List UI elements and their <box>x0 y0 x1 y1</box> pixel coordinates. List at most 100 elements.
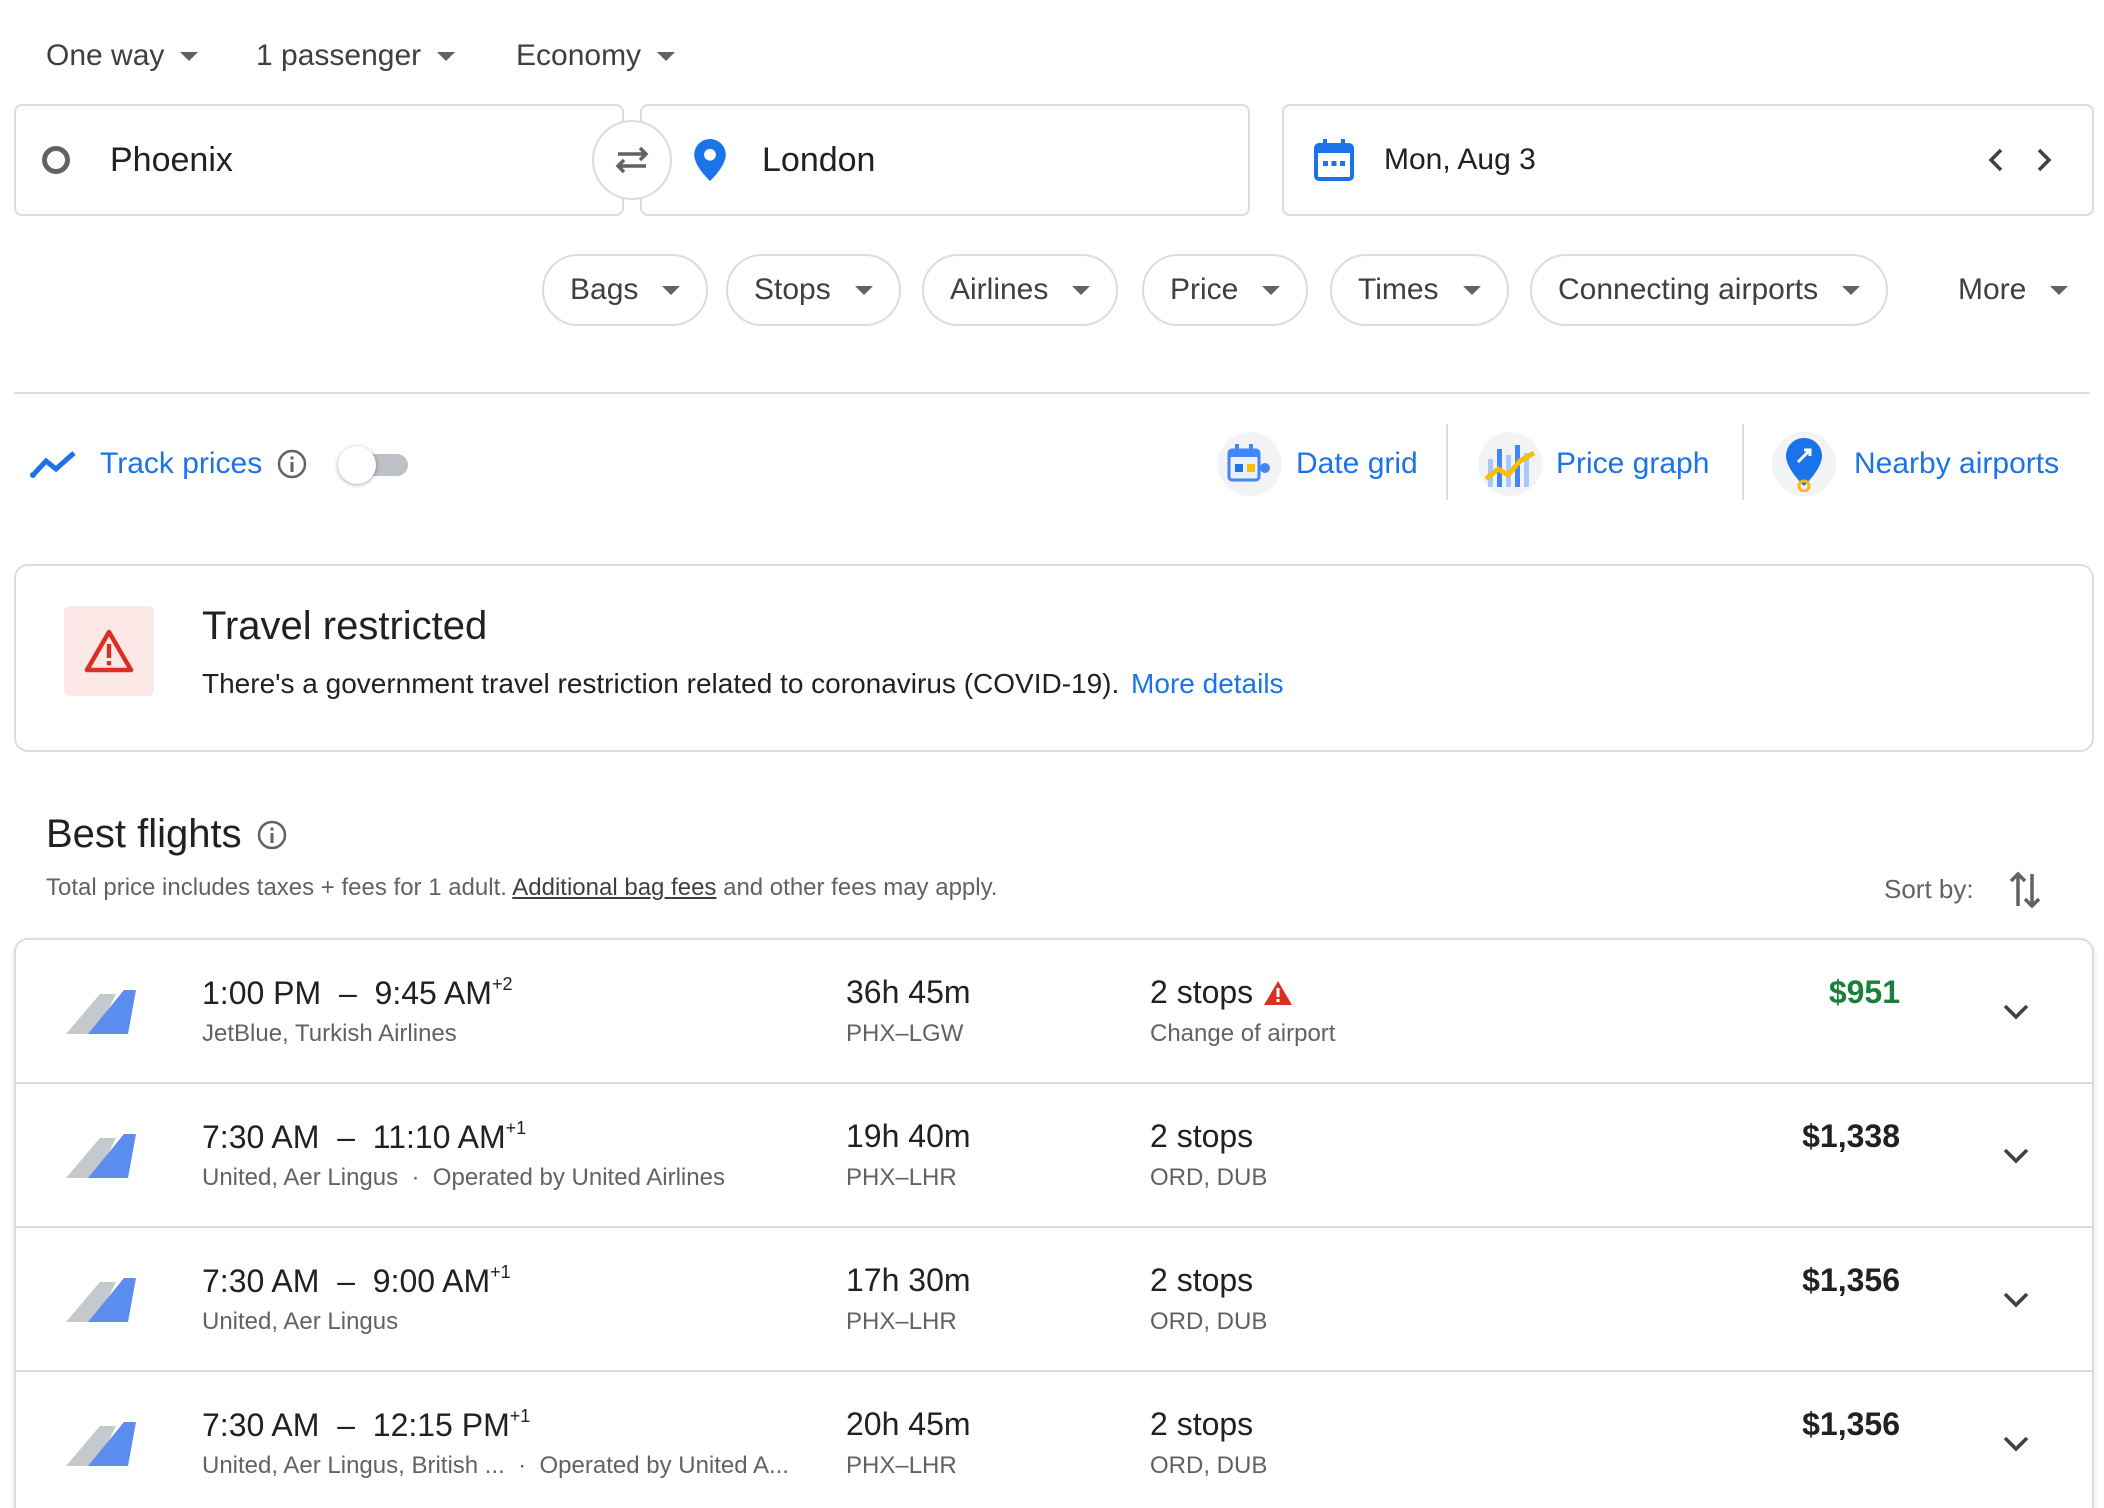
sort-button[interactable] <box>2008 870 2042 910</box>
flight-duration: 19h 40m <box>846 1118 971 1154</box>
next-date-button[interactable] <box>2032 144 2056 176</box>
flight-row[interactable]: 7:30 AM – 9:00 AM+1 United, Aer Lingus 1… <box>16 1228 2092 1372</box>
airline-logo-icon <box>66 1422 136 1466</box>
track-prices-toggle[interactable] <box>338 444 410 484</box>
day-offset: +1 <box>490 1262 511 1282</box>
info-icon[interactable] <box>256 819 288 851</box>
flight-row[interactable]: 7:30 AM – 12:15 PM+1 United, Aer Lingus,… <box>16 1372 2092 1508</box>
flight-row[interactable]: 7:30 AM – 11:10 AM+1 United, Aer Lingus … <box>16 1084 2092 1228</box>
flight-stops: 2 stops <box>1150 1118 1253 1155</box>
time-separator: – <box>330 975 366 1011</box>
chevron-down-icon <box>2003 1436 2029 1452</box>
day-offset: +2 <box>491 974 513 994</box>
warning-icon-box <box>64 606 154 696</box>
date-value: Mon, Aug 3 <box>1384 143 1536 176</box>
filter-airlines-label: Airlines <box>950 273 1049 306</box>
chevron-down-icon <box>1462 285 1481 295</box>
flight-price: $1,356 <box>1802 1262 1900 1298</box>
arrival-time: 12:15 PM <box>372 1407 510 1443</box>
more-details-link[interactable]: More details <box>1131 668 1284 699</box>
airline-names: United, Aer Lingus <box>202 1164 399 1191</box>
operated-by: Operated by United Airlines <box>432 1164 725 1191</box>
price-graph-button[interactable]: Price graph <box>1478 426 1709 502</box>
destination-field[interactable]: London <box>640 104 1250 216</box>
cabin-class-select[interactable]: Economy <box>516 36 676 76</box>
filter-connecting-airports-chip[interactable]: Connecting airports <box>1530 254 1889 326</box>
chevron-right-icon <box>2037 148 2052 172</box>
nearby-airports-button[interactable]: Nearby airports <box>1772 426 2059 502</box>
date-grid-button[interactable]: Date grid <box>1218 426 1418 502</box>
airline-logo-icon <box>66 990 136 1034</box>
alert-body: There's a government travel restriction … <box>202 668 1120 699</box>
airline-names: United, Aer Lingus, British ... <box>202 1452 505 1479</box>
chevron-left-icon <box>1988 148 2003 172</box>
info-icon[interactable] <box>276 448 308 480</box>
previous-date-button[interactable] <box>1984 144 2008 176</box>
flight-duration: 17h 30m <box>846 1262 971 1298</box>
chevron-down-icon <box>2003 1292 2029 1308</box>
airline-info: JetBlue, Turkish Airlines <box>202 1020 457 1048</box>
chevron-down-icon <box>2003 1004 2029 1020</box>
operated-by: Operated by United A... <box>539 1452 789 1479</box>
trending-icon <box>30 451 76 478</box>
origin-field[interactable]: Phoenix <box>14 104 624 216</box>
nearby-airports-icon <box>1772 432 1836 496</box>
expand-button[interactable] <box>2000 996 2032 1028</box>
time-separator: – <box>328 1263 364 1299</box>
time-separator: – <box>328 1119 364 1155</box>
filter-bags-chip[interactable]: Bags <box>542 254 709 326</box>
arrival-time: 9:45 AM <box>374 975 492 1011</box>
flight-times: 1:00 PM – 9:45 AM+2 <box>202 974 512 1012</box>
origin-circle-icon <box>42 146 70 174</box>
filter-times-chip[interactable]: Times <box>1330 254 1509 326</box>
date-field[interactable]: Mon, Aug 3 <box>1282 104 2094 216</box>
bag-fees-link[interactable]: Additional bag fees <box>512 874 716 901</box>
stops-count: 2 stops <box>1150 1118 1254 1154</box>
trip-type-select[interactable]: One way <box>46 36 199 76</box>
flight-row[interactable]: 1:00 PM – 9:45 AM+2 JetBlue, Turkish Air… <box>16 940 2092 1084</box>
expand-button[interactable] <box>2000 1428 2032 1460</box>
expand-button[interactable] <box>2000 1140 2032 1172</box>
warning-icon <box>84 629 134 673</box>
date-grid-label: Date grid <box>1296 447 1418 480</box>
arrival-time: 11:10 AM <box>372 1119 506 1155</box>
airline-names: United, Aer Lingus <box>202 1308 399 1335</box>
filter-airlines-chip[interactable]: Airlines <box>922 254 1119 326</box>
chevron-down-icon <box>1842 285 1861 295</box>
flight-route: PHX–LHR <box>846 1452 957 1479</box>
expand-button[interactable] <box>2000 1284 2032 1316</box>
day-offset: +1 <box>505 1118 527 1138</box>
price-note-text: Total price includes taxes + fees for 1 … <box>46 874 507 901</box>
cabin-class-label: Economy <box>516 39 642 72</box>
chevron-down-icon <box>437 51 456 61</box>
sort-label: Sort by: <box>1884 874 1974 904</box>
departure-time: 1:00 PM <box>202 975 322 1011</box>
departure-time: 7:30 AM <box>202 1119 320 1155</box>
sort-icon <box>2009 871 2041 909</box>
stop-details: Change of airport <box>1150 1020 1336 1047</box>
calendar-icon <box>1314 139 1354 181</box>
stops-count: 2 stops <box>1150 974 1254 1010</box>
chevron-down-icon <box>854 285 873 295</box>
alert-title: Travel restricted <box>202 604 488 648</box>
swap-button[interactable] <box>592 120 672 200</box>
filter-times-label: Times <box>1358 273 1439 306</box>
airline-info: United, Aer Lingus <box>202 1308 398 1336</box>
divider <box>1742 424 1744 500</box>
flight-price: $951 <box>1828 974 1900 1010</box>
best-flights-title: Best flights <box>46 812 242 856</box>
flight-list: 1:00 PM – 9:45 AM+2 JetBlue, Turkish Air… <box>14 938 2094 1508</box>
best-flights-heading: Best flights <box>46 812 288 857</box>
price-note: Total price includes taxes + fees for 1 … <box>46 874 997 902</box>
filter-stops-chip[interactable]: Stops <box>726 254 901 326</box>
flight-times: 7:30 AM – 9:00 AM+1 <box>202 1262 511 1300</box>
filter-more-chip[interactable]: More <box>1930 254 2097 326</box>
filter-connecting-airports-label: Connecting airports <box>1558 273 1819 306</box>
chevron-down-icon <box>657 51 676 61</box>
airline-logo-icon <box>66 1278 136 1322</box>
nearby-airports-label: Nearby airports <box>1854 447 2060 480</box>
price-graph-label: Price graph <box>1556 447 1710 480</box>
filter-price-chip[interactable]: Price <box>1142 254 1309 326</box>
passenger-select[interactable]: 1 passenger <box>256 36 456 76</box>
stop-details: ORD, DUB <box>1150 1164 1268 1191</box>
